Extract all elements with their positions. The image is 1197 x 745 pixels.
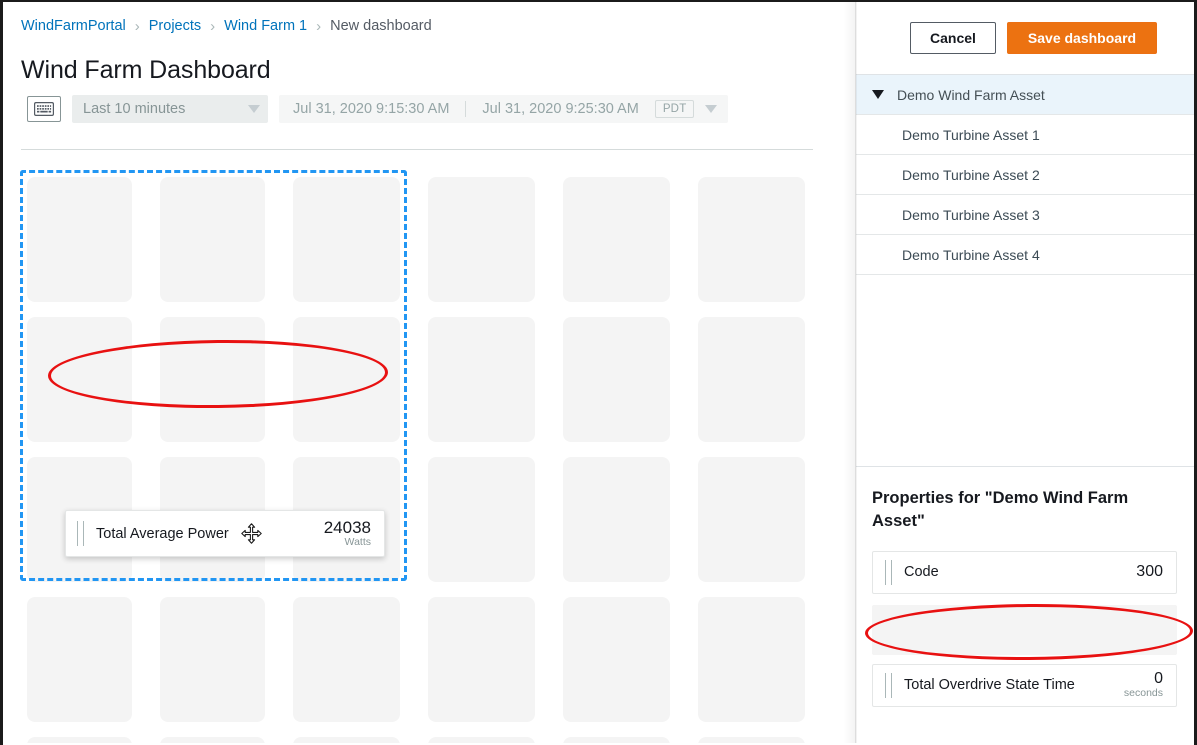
grid-tile[interactable] — [698, 737, 805, 743]
property-value: 300 — [1136, 564, 1163, 581]
breadcrumb-separator-icon: › — [135, 19, 140, 34]
save-dashboard-button[interactable]: Save dashboard — [1007, 22, 1157, 54]
header-divider — [21, 149, 813, 150]
property-value: 0 — [1124, 671, 1163, 688]
asset-tree-root-demo-wind-farm-asset[interactable]: Demo Wind Farm Asset — [856, 75, 1195, 115]
grid-tile[interactable] — [698, 457, 805, 582]
time-range-toolbar: Last 10 minutes Jul 31, 2020 9:15:30 AM … — [27, 95, 728, 123]
dashboard-main-area: WindFarmPortal › Projects › Wind Farm 1 … — [3, 2, 855, 743]
property-unit: seconds — [1124, 688, 1163, 699]
right-side-panel: Cancel Save dashboard Demo Wind Farm Ass… — [855, 2, 1195, 743]
asset-tree-empty-space — [856, 275, 1195, 466]
grid-tile[interactable] — [428, 317, 535, 442]
property-value-group: 300 — [1136, 564, 1163, 581]
property-row-code[interactable]: Code 300 — [872, 551, 1177, 594]
grid-tile[interactable] — [428, 457, 535, 582]
grid-tile[interactable] — [27, 177, 132, 302]
widget-value-group: 24038 Watts — [324, 519, 371, 549]
asset-label: Demo Turbine Asset 3 — [902, 207, 1040, 223]
time-range-end: Jul 31, 2020 9:25:30 AM — [482, 101, 638, 117]
grid-tile[interactable] — [160, 177, 265, 302]
grid-tile[interactable] — [428, 737, 535, 743]
time-range-display[interactable]: Jul 31, 2020 9:15:30 AM Jul 31, 2020 9:2… — [279, 95, 728, 123]
grid-tile[interactable] — [293, 737, 400, 743]
chevron-down-icon[interactable] — [705, 105, 717, 113]
properties-section: Properties for "Demo Wind Farm Asset" Co… — [856, 466, 1195, 707]
asset-tree-item-demo-turbine-asset-3[interactable]: Demo Turbine Asset 3 — [856, 195, 1195, 235]
widget-value: 24038 — [324, 519, 371, 537]
properties-title: Properties for "Demo Wind Farm Asset" — [872, 487, 1177, 533]
cancel-button[interactable]: Cancel — [910, 22, 996, 54]
property-name: Code — [904, 564, 939, 580]
grid-tile[interactable] — [27, 317, 132, 442]
asset-label: Demo Turbine Asset 1 — [902, 127, 1040, 143]
widget-title: Total Average Power — [96, 526, 229, 542]
asset-tree-item-demo-turbine-asset-2[interactable]: Demo Turbine Asset 2 — [856, 155, 1195, 195]
grid-tile[interactable] — [428, 177, 535, 302]
grid-tile[interactable] — [27, 737, 132, 743]
asset-label: Demo Wind Farm Asset — [897, 87, 1045, 103]
asset-tree-item-demo-turbine-asset-4[interactable]: Demo Turbine Asset 4 — [856, 235, 1195, 275]
breadcrumb-item-new-dashboard: New dashboard — [330, 18, 432, 34]
grid-tile[interactable] — [563, 317, 670, 442]
breadcrumb-separator-icon: › — [316, 19, 321, 34]
panel-action-bar: Cancel Save dashboard — [856, 2, 1195, 74]
drag-grip-icon[interactable] — [885, 560, 892, 585]
grid-tile[interactable] — [698, 177, 805, 302]
widget-unit: Watts — [324, 537, 371, 548]
time-range-preset-select[interactable]: Last 10 minutes — [72, 95, 268, 123]
time-range-preset-label: Last 10 minutes — [83, 101, 248, 117]
drag-grip-icon[interactable] — [885, 673, 892, 698]
time-range-divider — [465, 101, 466, 117]
grid-tile[interactable] — [563, 597, 670, 722]
breadcrumb-item-wind-farm-1[interactable]: Wind Farm 1 — [224, 18, 307, 34]
grid-tile[interactable] — [698, 597, 805, 722]
property-row-empty-slot[interactable] — [872, 605, 1177, 655]
grid-tile[interactable] — [563, 177, 670, 302]
asset-label: Demo Turbine Asset 4 — [902, 247, 1040, 263]
drag-grip-icon[interactable] — [77, 521, 84, 546]
asset-tree-item-demo-turbine-asset-1[interactable]: Demo Turbine Asset 1 — [856, 115, 1195, 155]
grid-tile[interactable] — [160, 737, 265, 743]
grid-tile[interactable] — [293, 177, 400, 302]
grid-tile[interactable] — [160, 597, 265, 722]
timezone-chip[interactable]: PDT — [655, 100, 695, 118]
grid-tile[interactable] — [293, 597, 400, 722]
move-cursor-icon — [241, 523, 262, 544]
dashboard-widget-total-average-power[interactable]: Total Average Power 24038 Watts — [65, 510, 385, 557]
dashboard-grid[interactable]: Total Average Power 24038 Watts — [3, 162, 855, 743]
grid-tile[interactable] — [27, 597, 132, 722]
chevron-down-icon — [248, 105, 260, 113]
keyboard-icon — [34, 102, 54, 116]
asset-tree: Demo Wind Farm Asset Demo Turbine Asset … — [856, 74, 1195, 275]
grid-tile[interactable] — [428, 597, 535, 722]
keyboard-shortcut-button[interactable] — [27, 96, 61, 122]
grid-tile[interactable] — [563, 457, 670, 582]
grid-tile[interactable] — [698, 317, 805, 442]
breadcrumb-item-projects[interactable]: Projects — [149, 18, 201, 34]
asset-label: Demo Turbine Asset 2 — [902, 167, 1040, 183]
property-value-group: 0 seconds — [1124, 671, 1163, 700]
grid-tile[interactable] — [563, 737, 670, 743]
triangle-down-icon[interactable] — [872, 90, 884, 99]
time-range-start: Jul 31, 2020 9:15:30 AM — [293, 101, 449, 117]
grid-tile[interactable] — [160, 317, 265, 442]
breadcrumb-item-windfarmportal[interactable]: WindFarmPortal — [21, 18, 126, 34]
grid-tile[interactable] — [293, 317, 400, 442]
breadcrumb-separator-icon: › — [210, 19, 215, 34]
app-window: WindFarmPortal › Projects › Wind Farm 1 … — [0, 0, 1197, 745]
property-row-total-overdrive-state-time[interactable]: Total Overdrive State Time 0 seconds — [872, 664, 1177, 707]
breadcrumb: WindFarmPortal › Projects › Wind Farm 1 … — [21, 18, 432, 34]
property-name: Total Overdrive State Time — [904, 677, 1075, 693]
page-title: Wind Farm Dashboard — [21, 56, 271, 85]
